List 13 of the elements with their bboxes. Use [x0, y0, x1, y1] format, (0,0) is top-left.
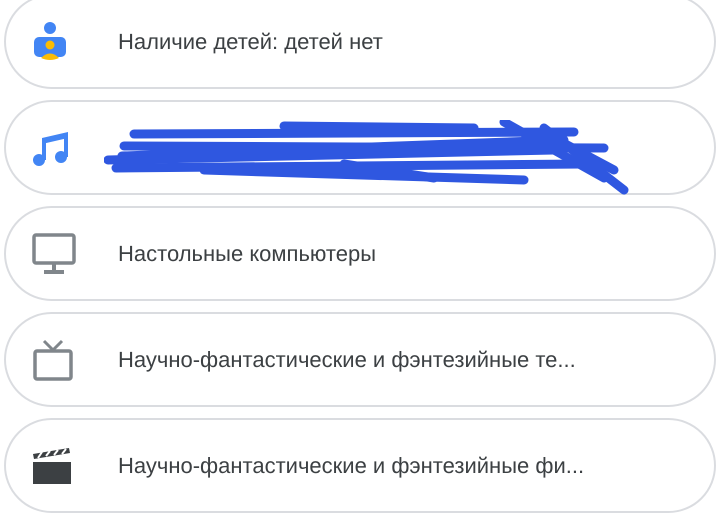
item-label: Настольные компьютеры: [118, 240, 376, 268]
item-label: Научно-фантастические и фэнтезийные те...: [118, 346, 576, 374]
item-label: Наличие детей: детей нет: [118, 28, 383, 56]
music-note-icon: [32, 130, 70, 166]
tv-icon: [32, 338, 74, 380]
list-item-card[interactable]: Научно-фантастические и фэнтезийные фи...: [4, 418, 716, 513]
person-icon: [32, 22, 68, 62]
list-item-card[interactable]: Научно-фантастические и фэнтезийные те...: [4, 312, 716, 407]
list-item-card[interactable]: Наличие детей: детей нет: [4, 0, 716, 89]
monitor-icon: [32, 232, 76, 274]
clapperboard-icon: [32, 446, 72, 486]
item-label: Научно-фантастические и фэнтезийные фи...: [118, 452, 584, 480]
list-item-card[interactable]: Настольные компьютеры: [4, 206, 716, 301]
